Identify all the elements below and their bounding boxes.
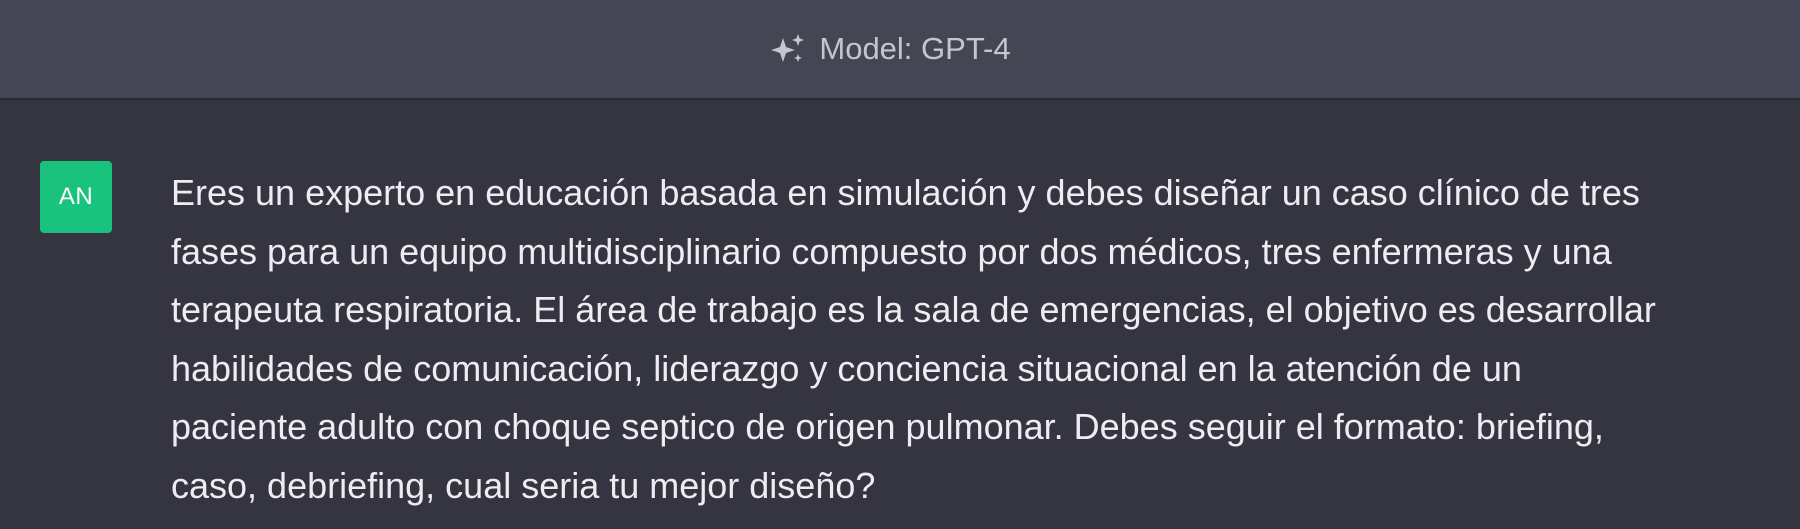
model-indicator: Model: GPT-4: [769, 31, 1011, 67]
user-avatar: AN: [40, 161, 112, 233]
avatar-initials: AN: [58, 183, 94, 210]
sparkle-icon: [769, 32, 807, 66]
model-label: Model: GPT-4: [819, 31, 1011, 66]
model-info-bar: Model: GPT-4: [0, 0, 1800, 100]
message-text: Eres un experto en educación basada en s…: [171, 172, 1656, 506]
user-message: AN Eres un experto en educación basada e…: [0, 100, 1800, 529]
